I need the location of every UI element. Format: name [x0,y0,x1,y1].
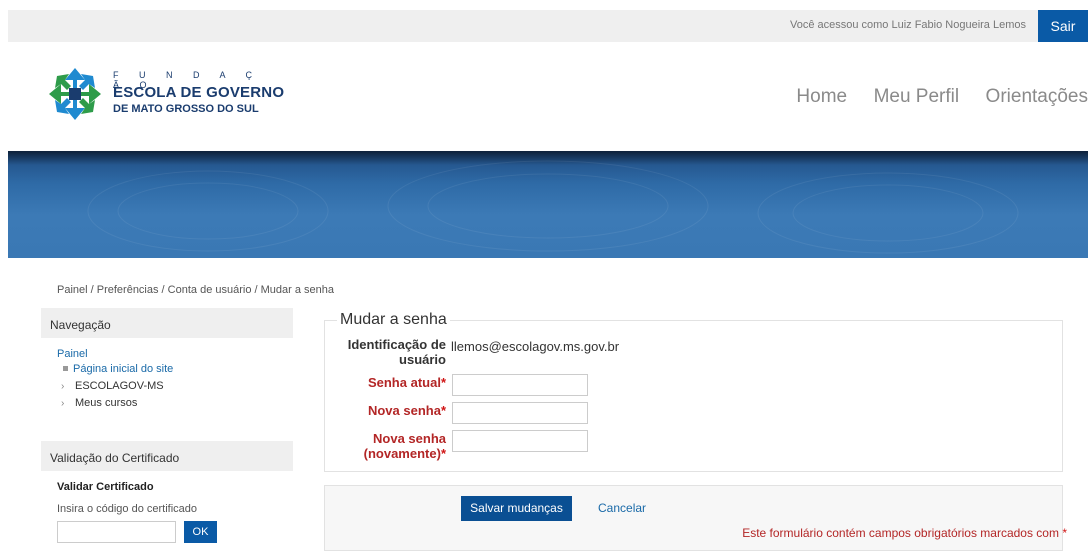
current-password-input[interactable] [452,374,588,396]
nav-orientacoes[interactable]: Orientações [986,86,1088,107]
current-password-label: Senha atual* [326,375,446,390]
header-banner [8,151,1088,258]
certificate-ok-button[interactable]: OK [184,521,217,543]
certificate-block-title: Validação do Certificado [41,441,293,471]
nav-item-label: Meus cursos [75,397,138,409]
form-actions-bar [324,485,1063,551]
confirm-password-label-text: Nova senha (novamente) [363,431,446,461]
new-password-label: Nova senha* [326,403,446,418]
required-note-text: Este formulário contém campos obrigatóri… [742,526,1059,540]
nav-item-escolagov[interactable]: › ESCOLAGOV-MS [57,380,173,397]
required-star: * [1062,526,1067,540]
nav-item-meus-cursos[interactable]: › Meus cursos [57,397,173,414]
certificate-code-input[interactable] [57,521,176,543]
certificate-hint: Insira o código do certificado [57,503,198,515]
escola-governo-logo-icon [49,68,101,120]
logged-in-text: Você acessou como Luiz Fabio Nogueira Le… [789,19,1026,31]
nav-item-label: Página inicial do site [73,363,174,375]
form-legend: Mudar a senha [337,311,450,329]
main-nav: Home Meu Perfil Orientações [774,86,1088,108]
nav-home[interactable]: Home [796,86,847,107]
square-bullet-icon [63,366,68,372]
nav-item-label: ESCOLAGOV-MS [75,380,164,392]
chevron-right-icon: › [61,398,65,409]
top-bar: Você acessou como Luiz Fabio Nogueira Le… [8,10,1088,42]
user-id-value: llemos@escolagov.ms.gov.br [451,339,620,354]
confirm-password-input[interactable] [452,430,588,452]
required-star: * [440,403,446,418]
navigation-block-title: Navegação [41,308,293,338]
certificate-block: Validar Certificado Insira o código do c… [57,481,217,543]
required-fields-note: Este formulário contém campos obrigatóri… [742,526,1067,540]
current-password-label-text: Senha atual [367,375,441,390]
certificate-subtitle: Validar Certificado [57,481,154,493]
navigation-list: Painel Página inicial do site › ESCOLAGOV… [57,348,173,414]
nav-meu-perfil[interactable]: Meu Perfil [874,86,960,107]
nav-painel-link[interactable]: Painel [57,348,173,360]
logo-line-1: ESCOLA DE GOVERNO [113,84,285,101]
required-star: * [440,446,446,461]
breadcrumb[interactable]: Painel / Preferências / Conta de usuário… [57,284,334,296]
nav-item-site-home[interactable]: Página inicial do site [57,363,173,380]
site-logo[interactable]: F U N D A Ç Ã O ESCOLA DE GOVERNO DE MAT… [47,66,287,122]
confirm-password-label: Nova senha (novamente)* [326,431,446,461]
new-password-input[interactable] [452,402,588,424]
cancel-button[interactable]: Cancelar [598,501,646,515]
logout-button[interactable]: Sair [1038,10,1088,42]
logo-line-2: DE MATO GROSSO DO SUL [113,103,259,115]
save-changes-button[interactable]: Salvar mudanças [461,496,572,521]
banner-pattern [87,160,1019,254]
chevron-right-icon: › [61,381,65,392]
required-star: * [440,375,446,390]
new-password-label-text: Nova senha [367,403,441,418]
user-id-label: Identificação de usuário [347,337,446,367]
